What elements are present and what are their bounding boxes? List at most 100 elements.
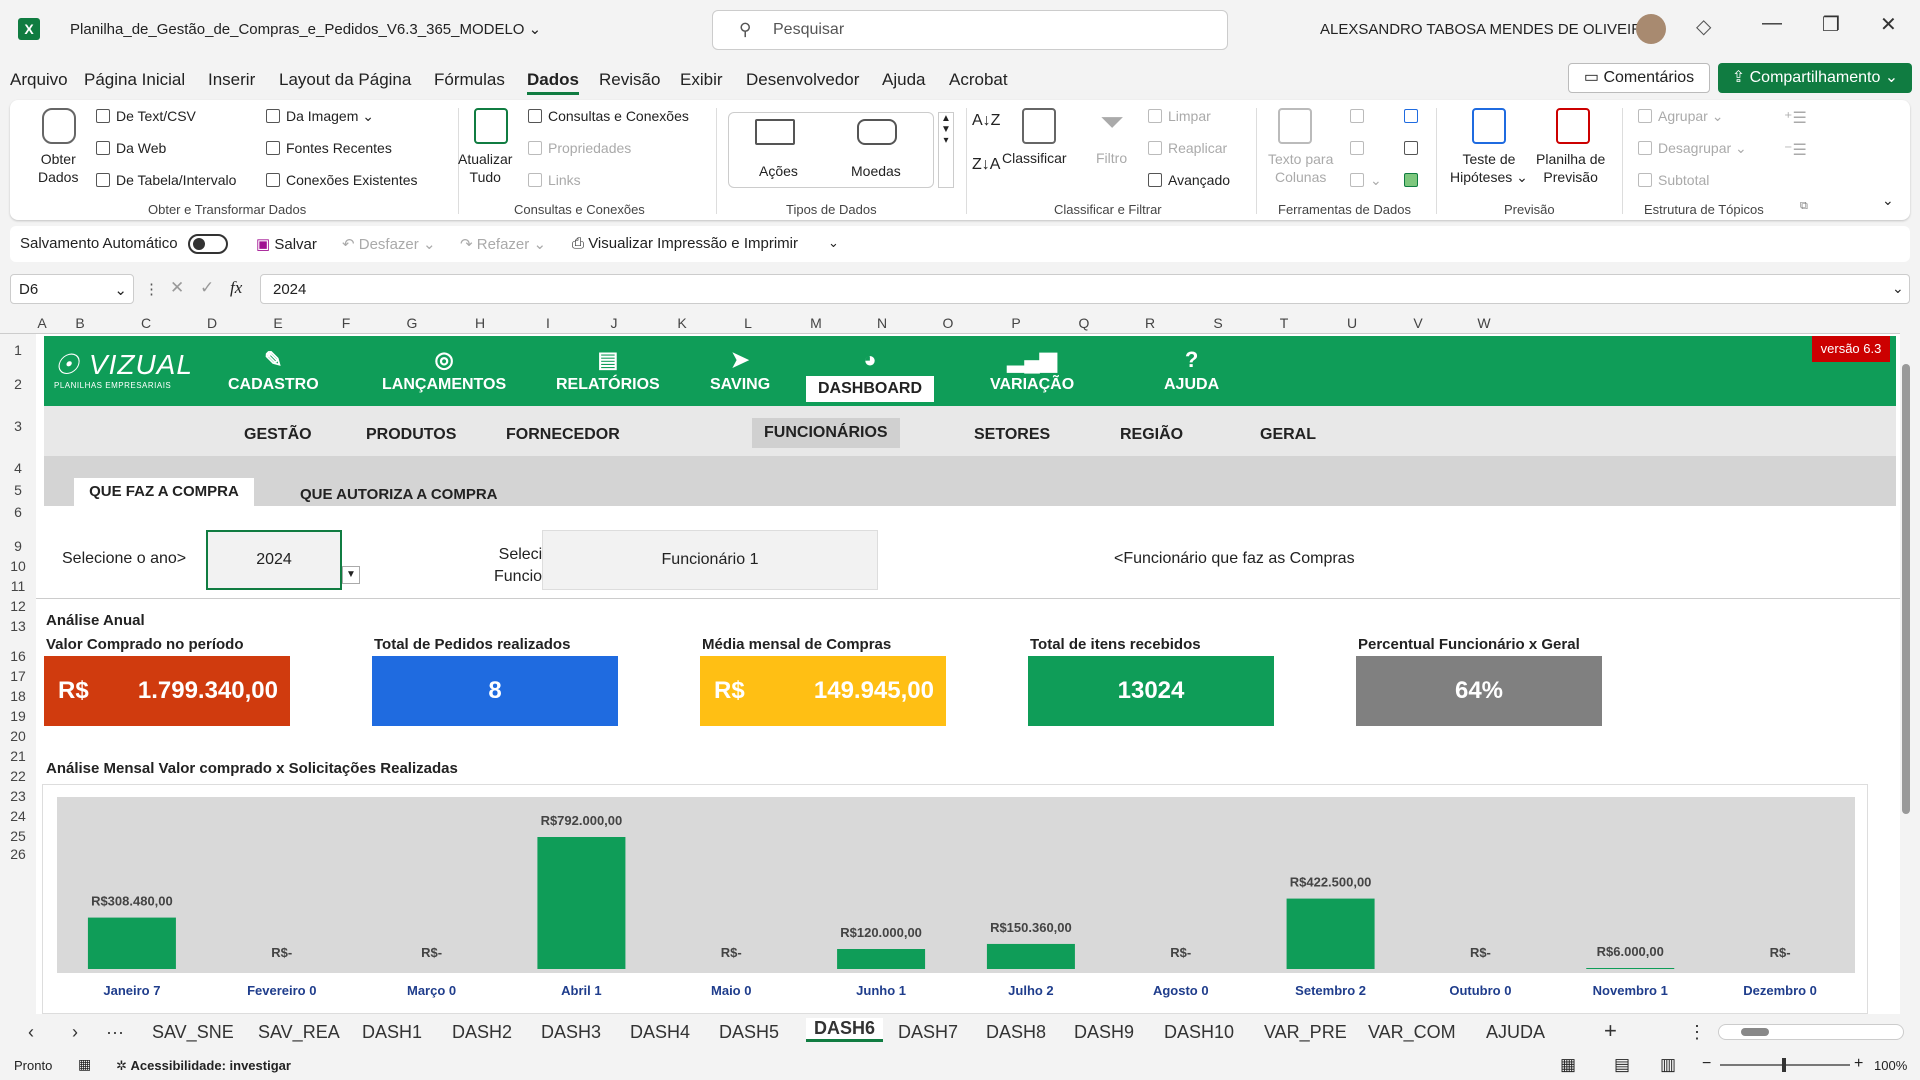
consultas-conexoes-button[interactable]: Consultas e Conexões	[528, 108, 689, 124]
hide-detail-icon[interactable]: ⁻☰	[1784, 140, 1807, 160]
sheet-tab-sav_sne[interactable]: SAV_SNE	[152, 1022, 234, 1043]
row-header-4[interactable]: 4	[0, 460, 36, 476]
zoom-thumb[interactable]	[1782, 1058, 1786, 1072]
row-header-16[interactable]: 16	[0, 648, 36, 664]
nav-variacao[interactable]: ▂▄▆ VARIAÇÃO	[990, 344, 1074, 394]
row-header-17[interactable]: 17	[0, 668, 36, 684]
flash-fill-icon[interactable]	[1350, 108, 1370, 124]
menu-exibir[interactable]: Exibir	[680, 70, 723, 90]
menu-desenvolvedor[interactable]: Desenvolvedor	[746, 70, 859, 90]
expand-formula-icon[interactable]: ⌄	[1892, 280, 1904, 297]
row-header-13[interactable]: 13	[0, 618, 36, 634]
subnav-regiao[interactable]: REGIÃO	[1120, 426, 1183, 444]
vertical-scrollbar[interactable]	[1900, 334, 1912, 1014]
chart-bar[interactable]	[537, 837, 626, 969]
atualizar-tudo-button[interactable]: Atualizar Tudo	[458, 150, 512, 186]
tab-que-faz-a-compra[interactable]: QUE FAZ A COMPRA	[74, 478, 254, 506]
planilha-previsao-button[interactable]: Planilha de Previsão	[1536, 150, 1605, 186]
sheet-tab-dash8[interactable]: DASH8	[986, 1022, 1046, 1043]
column-header-n[interactable]: N	[872, 315, 892, 331]
column-header-t[interactable]: T	[1274, 315, 1294, 331]
sheet-tab-dash3[interactable]: DASH3	[541, 1022, 601, 1043]
menu-layout[interactable]: Layout da Página	[279, 70, 411, 90]
sort-az-icon[interactable]: A↓Z	[972, 112, 1000, 130]
funcionario-select[interactable]: Funcionário 1	[542, 530, 878, 590]
column-header-d[interactable]: D	[202, 315, 222, 331]
obter-dados-button[interactable]: Obter Dados	[38, 150, 78, 186]
column-header-h[interactable]: H	[470, 315, 490, 331]
row-header-12[interactable]: 12	[0, 598, 36, 614]
limpar-button[interactable]: Limpar	[1148, 108, 1211, 124]
relationships-icon[interactable]	[1404, 140, 1424, 156]
redo-button[interactable]: ↷ Refazer ⌄	[460, 235, 546, 253]
sheet-tab-dash4[interactable]: DASH4	[630, 1022, 690, 1043]
print-preview-button[interactable]: ⎙ Visualizar Impressão e Imprimir	[572, 235, 798, 252]
h-scroll-thumb[interactable]	[1741, 1028, 1769, 1036]
menu-acrobat[interactable]: Acrobat	[949, 70, 1008, 90]
column-header-s[interactable]: S	[1208, 315, 1228, 331]
de-tabela-button[interactable]: De Tabela/Intervalo	[96, 172, 236, 188]
de-text-csv-button[interactable]: De Text/CSV	[96, 108, 196, 124]
column-header-m[interactable]: M	[806, 315, 826, 331]
column-header-b[interactable]: B	[70, 315, 90, 331]
accessibility-status[interactable]: ✲ Acessibilidade: investigar	[116, 1058, 291, 1074]
formula-input[interactable]: 2024	[260, 274, 1910, 304]
page-break-icon[interactable]: ▥	[1660, 1055, 1676, 1075]
dropdown-arrow-icon[interactable]: ▼	[342, 566, 360, 584]
excel-icon[interactable]: X	[18, 18, 40, 40]
zoom-slider[interactable]	[1720, 1058, 1850, 1072]
sheet-tab-var_pre[interactable]: VAR_PRE	[1264, 1022, 1347, 1043]
filtro-button[interactable]: Filtro	[1096, 150, 1127, 166]
menu-arquivo[interactable]: Arquivo	[10, 70, 68, 90]
row-header-11[interactable]: 11	[0, 578, 36, 594]
more-sheets-icon[interactable]: ···	[106, 1022, 124, 1043]
sheet-tab-dash6[interactable]: DASH6	[806, 1018, 884, 1042]
subnav-gestao[interactable]: GESTÃO	[244, 426, 312, 444]
chart-bar[interactable]	[837, 949, 926, 969]
search-box[interactable]: ⚲ Pesquisar	[712, 10, 1228, 50]
year-select[interactable]: 2024	[206, 530, 342, 590]
consolidate-icon[interactable]	[1404, 108, 1424, 124]
fontes-recentes-button[interactable]: Fontes Recentes	[266, 140, 392, 156]
chart-bar[interactable]	[986, 943, 1075, 969]
worksheet[interactable]: ☉ VIZUAL PLANILHAS EMPRESARIAIS ✎ CADASTR…	[36, 334, 1900, 1014]
row-header-10[interactable]: 10	[0, 558, 36, 574]
sheet-tab-dash2[interactable]: DASH2	[452, 1022, 512, 1043]
reaplicar-button[interactable]: Reaplicar	[1148, 140, 1227, 156]
menu-ajuda[interactable]: Ajuda	[882, 70, 925, 90]
row-header-2[interactable]: 2	[0, 376, 36, 392]
gallery-scroll[interactable]: ▲ ▼ ▾	[938, 112, 954, 188]
row-header-18[interactable]: 18	[0, 688, 36, 704]
dialog-launcher-icon[interactable]: ⧉	[1800, 200, 1808, 213]
data-validation-icon[interactable]: ⌄	[1350, 172, 1382, 189]
scroll-thumb[interactable]	[1902, 364, 1910, 814]
chevron-down-icon[interactable]: ⌄	[529, 21, 542, 38]
subtotal-button[interactable]: Subtotal	[1638, 172, 1709, 188]
sheet-tab-var_com[interactable]: VAR_COM	[1368, 1022, 1456, 1043]
links-button[interactable]: Links	[528, 172, 581, 188]
column-header-r[interactable]: R	[1140, 315, 1160, 331]
zoom-in-icon[interactable]: +	[1854, 1055, 1863, 1073]
column-header-w[interactable]: W	[1474, 315, 1494, 331]
desagrupar-button[interactable]: Desagrupar ⌄	[1638, 140, 1747, 157]
nav-relatorios[interactable]: ▤ RELATÓRIOS	[556, 344, 660, 394]
menu-inserir[interactable]: Inserir	[208, 70, 255, 90]
sheet-tab-dash10[interactable]: DASH10	[1164, 1022, 1234, 1043]
menu-revisao[interactable]: Revisão	[599, 70, 660, 90]
user-name[interactable]: ALEXSANDRO TABOSA MENDES DE OLIVEIRA	[1320, 21, 1652, 38]
file-title[interactable]: Planilha_de_Gestão_de_Compras_e_Pedidos_…	[70, 20, 541, 38]
add-sheet-icon[interactable]: +	[1604, 1018, 1617, 1044]
sort-za-icon[interactable]: Z↓A	[972, 156, 1000, 174]
classificar-button[interactable]: Classificar	[1002, 150, 1067, 166]
column-header-p[interactable]: P	[1006, 315, 1026, 331]
horizontal-scrollbar[interactable]	[1718, 1024, 1904, 1040]
minimize-icon[interactable]: —	[1762, 12, 1782, 35]
row-header-9[interactable]: 9	[0, 538, 36, 554]
nav-saving[interactable]: ➤ SAVING	[710, 344, 770, 394]
texto-colunas-button[interactable]: Texto para Colunas	[1268, 150, 1333, 186]
column-header-l[interactable]: L	[738, 315, 758, 331]
autosave-toggle[interactable]	[188, 234, 228, 254]
row-header-6[interactable]: 6	[0, 504, 36, 520]
row-header-26[interactable]: 26	[0, 846, 36, 862]
sheet-tab-ajuda[interactable]: AJUDA	[1486, 1022, 1545, 1043]
